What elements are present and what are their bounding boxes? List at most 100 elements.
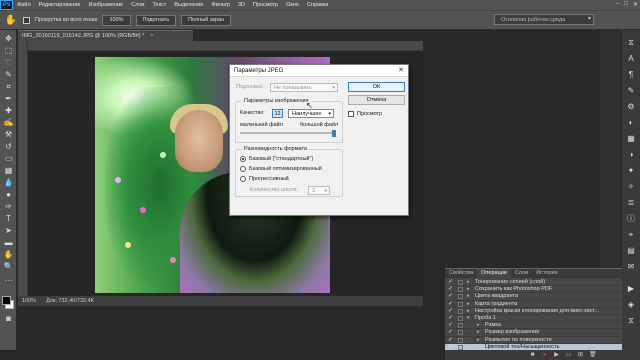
- new-set-icon[interactable]: ▭: [565, 352, 572, 359]
- dialog-toggle-box[interactable]: [458, 337, 463, 343]
- info-panel-icon[interactable]: ⓘ: [626, 214, 636, 224]
- layer-comps-icon[interactable]: ▤: [626, 246, 636, 256]
- healing-brush-icon[interactable]: ✚: [2, 106, 15, 116]
- navigator-panel-icon[interactable]: ⌖: [626, 230, 636, 240]
- clone-source-icon[interactable]: ⚙: [626, 102, 636, 112]
- chevron-right-icon[interactable]: ▸: [467, 279, 470, 286]
- clone-stamp-icon[interactable]: ⚒: [2, 130, 15, 140]
- zoom-tool-icon[interactable]: 🔍: [2, 262, 15, 272]
- styles-panel-icon[interactable]: ✦: [626, 166, 636, 176]
- dialog-toggle-box[interactable]: [458, 344, 463, 350]
- gradient-tool-icon[interactable]: ▦: [2, 166, 15, 176]
- cancel-button[interactable]: Отмена: [348, 95, 405, 105]
- scroll-all-checkbox[interactable]: [23, 16, 30, 24]
- dialog-toggle-box[interactable]: [458, 316, 463, 321]
- action-row[interactable]: ✓ ▸ Сохранить как Photoshop PDF: [445, 285, 622, 294]
- eraser-icon[interactable]: ▭: [2, 154, 15, 164]
- toggle-check-icon[interactable]: ✓: [448, 307, 453, 314]
- play-panel-icon[interactable]: ▶: [626, 284, 636, 294]
- dialog-toggle-box[interactable]: [458, 301, 463, 307]
- chevron-right-icon[interactable]: ▸: [467, 308, 470, 315]
- blur-tool-icon[interactable]: 💧: [2, 178, 15, 188]
- document-tab[interactable]: IMG_20160119_015142.JPG @ 100% (RGB/8#) …: [18, 30, 193, 41]
- quality-slider-thumb[interactable]: [332, 130, 336, 137]
- chevron-right-icon[interactable]: ▸: [467, 301, 470, 308]
- toggle-check-icon[interactable]: ✓: [448, 300, 453, 307]
- type-tool-icon[interactable]: T: [2, 214, 15, 224]
- color-panel-icon[interactable]: ◐: [626, 118, 636, 128]
- menu-window[interactable]: Окно: [282, 2, 303, 8]
- toggle-check-icon[interactable]: ✓: [448, 328, 453, 335]
- swatches-panel-icon[interactable]: ▦: [626, 134, 636, 144]
- shape-tool-icon[interactable]: ▬: [2, 238, 15, 248]
- status-zoom[interactable]: 100%: [22, 298, 36, 304]
- layers-panel-icon[interactable]: ◈: [626, 300, 636, 310]
- format-optimized-radio[interactable]: [240, 166, 246, 172]
- toggle-check-icon[interactable]: ✓: [448, 314, 453, 321]
- menu-select[interactable]: Выделение: [170, 2, 207, 8]
- toggle-check-icon[interactable]: ✓: [448, 292, 453, 299]
- menu-file[interactable]: Файл: [13, 2, 35, 8]
- path-select-icon[interactable]: ➤: [2, 226, 15, 236]
- crop-tool-icon[interactable]: ⌗: [2, 82, 15, 92]
- dialog-toggle-box[interactable]: [458, 330, 463, 336]
- toggle-check-icon[interactable]: ✓: [448, 285, 453, 292]
- matte-select[interactable]: Не показывать ▾: [270, 83, 338, 92]
- action-row[interactable]: ✓ ▸ Размытие по поверхности: [445, 337, 622, 344]
- chevron-right-icon[interactable]: ▸: [477, 322, 480, 329]
- menu-help[interactable]: Справка: [303, 2, 333, 8]
- history-brush-icon[interactable]: ↺: [2, 142, 15, 152]
- quality-input[interactable]: 12: [272, 109, 283, 118]
- preview-checkbox[interactable]: [348, 111, 354, 117]
- action-row[interactable]: ✓ ▸ Цветовой тон/Насыщенность: [445, 343, 622, 351]
- minimize-icon[interactable]: –: [616, 1, 619, 8]
- channels-panel-icon[interactable]: ≣: [626, 198, 636, 208]
- action-row[interactable]: ✓ ▾ Проба 1: [445, 314, 622, 323]
- tab-properties[interactable]: Свойства: [445, 269, 477, 278]
- dialog-toggle-box[interactable]: [458, 308, 463, 314]
- eyedropper-icon[interactable]: ✒: [2, 94, 15, 104]
- format-progressive-radio[interactable]: [240, 176, 246, 182]
- action-row[interactable]: ✓ ▸ Размер изображения: [445, 328, 622, 337]
- lasso-tool-icon[interactable]: ➰: [2, 58, 15, 68]
- toggle-check-icon[interactable]: ✓: [448, 278, 453, 285]
- paragraph-panel-icon[interactable]: ¶: [626, 70, 636, 80]
- adjustments-panel-icon[interactable]: ◑: [626, 150, 636, 160]
- foreground-color-swatch[interactable]: [2, 296, 11, 305]
- dialog-toggle-box[interactable]: [458, 280, 463, 285]
- tab-actions[interactable]: Операции: [477, 269, 511, 278]
- ok-button[interactable]: ОК: [348, 82, 405, 92]
- trash-icon[interactable]: 🗑: [589, 352, 597, 359]
- close-tab-icon[interactable]: ×: [150, 33, 153, 39]
- menu-view[interactable]: Просмотр: [249, 2, 282, 8]
- character-panel-icon[interactable]: A: [626, 54, 636, 64]
- move-tool-icon[interactable]: ✥: [2, 34, 15, 44]
- action-row[interactable]: ✓ ▸ Карта градиента: [445, 301, 622, 308]
- quality-preset-select[interactable]: Наилучшее ▾: [288, 109, 334, 118]
- close-window-icon[interactable]: ✕: [633, 1, 638, 8]
- menu-edit[interactable]: Редактирование: [35, 2, 85, 8]
- scans-select[interactable]: 3 ▾: [308, 186, 330, 195]
- menu-filter[interactable]: Фильтр: [207, 2, 233, 8]
- quick-mask-icon[interactable]: ◙: [2, 314, 15, 324]
- toggle-check-icon[interactable]: ✓: [448, 336, 453, 343]
- fill-screen-button[interactable]: Полный экран: [181, 14, 232, 26]
- paths-panel-icon[interactable]: ✧: [626, 182, 636, 192]
- zoom-100-button[interactable]: 100%: [102, 14, 131, 26]
- chevron-down-icon[interactable]: ▾: [467, 315, 470, 322]
- fit-screen-button[interactable]: Подогнать: [135, 14, 177, 26]
- pen-tool-icon[interactable]: ✑: [2, 202, 15, 212]
- maximize-icon[interactable]: □: [624, 1, 628, 8]
- record-icon[interactable]: ●: [541, 352, 548, 359]
- chevron-right-icon[interactable]: ▸: [477, 329, 480, 336]
- action-row[interactable]: ✓ ▸ Настройка краски клонирования для микс…: [445, 308, 622, 315]
- dialog-toggle-box[interactable]: [458, 294, 463, 300]
- play-icon[interactable]: ▶: [553, 352, 560, 359]
- chevron-right-icon[interactable]: ▸: [467, 293, 470, 300]
- quick-select-icon[interactable]: ✎: [2, 70, 15, 80]
- chevron-right-icon[interactable]: ▸: [477, 337, 480, 344]
- dodge-tool-icon[interactable]: ●: [2, 190, 15, 200]
- brush-tool-icon[interactable]: ✍: [2, 118, 15, 128]
- stop-icon[interactable]: ■: [529, 352, 536, 359]
- menu-type[interactable]: Текст: [148, 2, 170, 8]
